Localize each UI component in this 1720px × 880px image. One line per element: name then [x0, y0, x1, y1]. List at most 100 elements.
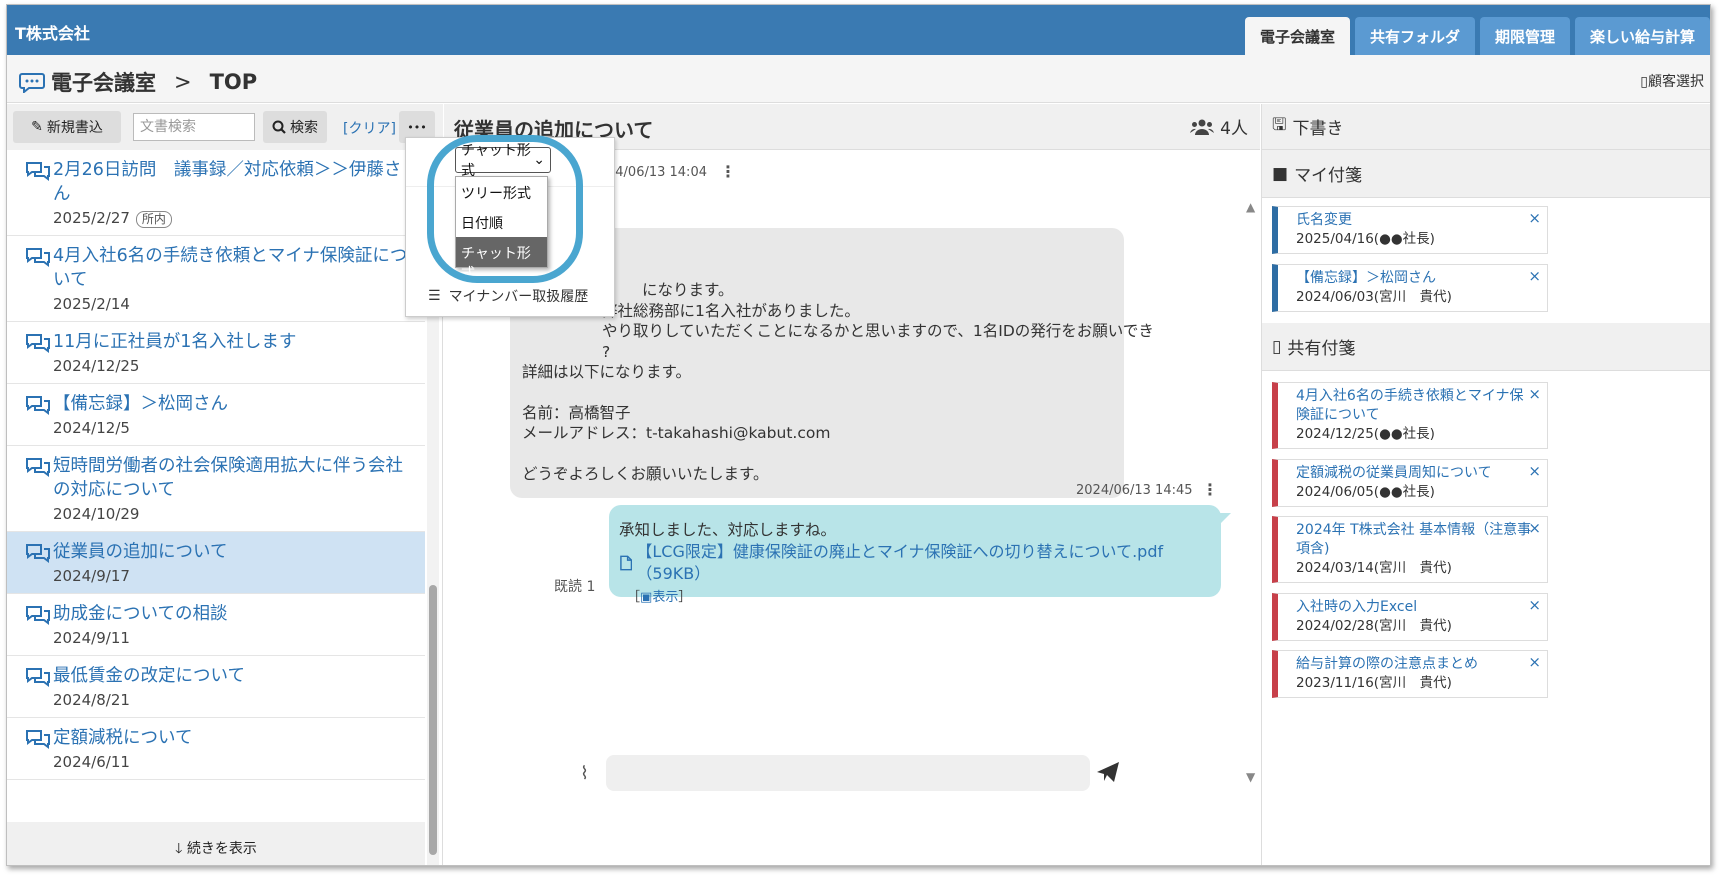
- comments-icon: [26, 248, 50, 267]
- thread-title: 定額減税について: [53, 728, 193, 748]
- thread-date: 2024/8/21: [53, 691, 130, 709]
- client-select-link[interactable]: ▯顧客選択: [1640, 71, 1704, 91]
- chat-bubble-icon: [19, 73, 45, 93]
- draft-header[interactable]: 🖫 下書き: [1262, 104, 1710, 150]
- breadcrumb-bar: 電子会議室 > TOP ▯顧客選択: [7, 55, 1710, 103]
- file-icon: [620, 555, 633, 571]
- comments-icon: [26, 544, 50, 563]
- breadcrumb-page: TOP: [209, 70, 258, 94]
- search-input[interactable]: [133, 113, 255, 141]
- message-time: 24/06/13 14:04: [607, 165, 707, 180]
- pencil-icon: ✎: [31, 119, 43, 135]
- note-title: 氏名変更: [1296, 212, 1352, 228]
- breadcrumb: 電子会議室 > TOP: [19, 67, 257, 97]
- close-icon[interactable]: ×: [1528, 209, 1541, 227]
- thread-item[interactable]: 最低賃金の改定について 2024/8/21: [7, 656, 425, 718]
- note-meta: 2024/12/25(●●社長): [1296, 426, 1435, 442]
- shared-note[interactable]: 給与計算の際の注意点まとめ 2023/11/16(宮川 貴代) ×: [1272, 650, 1548, 698]
- comments-icon: [26, 162, 50, 181]
- top-bar: T株式会社 電子会議室 共有フォルダ 期限管理 楽しい給与計算: [7, 5, 1710, 55]
- thread-title: 11月に正社員が1名入社します: [53, 332, 297, 352]
- close-icon[interactable]: ×: [1528, 653, 1541, 671]
- thread-date: 2025/2/14: [53, 295, 130, 313]
- comments-icon: [26, 396, 50, 415]
- thread-item[interactable]: 【備忘録】＞松岡さん 2024/12/5: [7, 384, 425, 446]
- thread-list: 2月26日訪問 議事録／対応依頼＞＞伊藤さん 2025/2/27 所内 4月入社6…: [7, 150, 425, 822]
- thread-date: 2024/9/17: [53, 567, 130, 585]
- note-meta: 2024/06/05(●●社長): [1296, 484, 1435, 500]
- note-title: 定額減税の従業員周知について: [1296, 465, 1492, 481]
- thread-item[interactable]: 短時間労働者の社会保険適用拡大に伴う会社の対応について 2024/10/29: [7, 446, 425, 532]
- tab-payroll[interactable]: 楽しい給与計算: [1574, 17, 1710, 55]
- load-more-button[interactable]: 🡓 続きを表示: [7, 822, 425, 865]
- shared-note[interactable]: 定額減税の従業員周知について 2024/06/05(●●社長) ×: [1272, 459, 1548, 507]
- thread-title: 最低賃金の改定について: [53, 666, 245, 686]
- members-button[interactable]: 4人: [1190, 114, 1248, 139]
- note-title: 4月入社6名の手続き依頼とマイナ保険証について: [1296, 388, 1524, 423]
- breadcrumb-separator: >: [174, 70, 192, 94]
- save-icon: 🖫: [1272, 115, 1287, 135]
- comments-icon: [26, 334, 50, 353]
- my-number-history-link[interactable]: ☰ マイナンバー取扱履歴: [428, 286, 588, 306]
- close-icon[interactable]: ×: [1528, 596, 1541, 614]
- search-icon: [272, 120, 286, 134]
- thread-title: 従業員の追加について: [53, 542, 228, 562]
- my-notes-header: ■ マイ付箋: [1262, 150, 1710, 198]
- message-menu-icon[interactable]: ⋮: [720, 162, 736, 181]
- close-icon[interactable]: ×: [1528, 267, 1541, 285]
- thread-item[interactable]: 11月に正社員が1名入社します 2024/12/25: [7, 322, 425, 384]
- shared-note[interactable]: 入社時の入力Excel 2024/02/28(宮川 貴代) ×: [1272, 593, 1548, 641]
- new-post-button[interactable]: ✎ 新規書込: [13, 111, 121, 143]
- tab-conference[interactable]: 電子会議室: [1244, 17, 1350, 55]
- main-tabs: 電子会議室 共有フォルダ 期限管理 楽しい給与計算: [1240, 17, 1710, 55]
- message-menu-icon[interactable]: ⋮: [1202, 480, 1218, 499]
- bookmark-outline-icon: ▯: [1272, 336, 1282, 357]
- search-button[interactable]: 検索: [263, 111, 327, 143]
- thread-date: 2024/12/5: [53, 419, 130, 437]
- note-title: 2024年 T株式会社 基本情報（注意事項含): [1296, 522, 1532, 557]
- left-toolbar: ✎新規書込 検索 [クリア] •••: [7, 104, 443, 150]
- shared-note[interactable]: 2024年 T株式会社 基本情報（注意事項含) 2024/03/14(宮川 貴代…: [1272, 516, 1548, 583]
- note-title: 給与計算の際の注意点まとめ: [1296, 656, 1478, 672]
- scroll-up-icon[interactable]: ▲: [1246, 200, 1255, 214]
- thread-title: 2月26日訪問 議事録／対応依頼＞＞伊藤さん: [53, 160, 402, 204]
- note-meta: 2024/02/28(宮川 貴代): [1296, 618, 1452, 634]
- note-meta: 2023/11/16(宮川 貴代): [1296, 675, 1452, 691]
- thread-list-panel: ✎新規書込 検索 [クリア] ••• 2月26日訪問 議事録／対応依頼＞＞伊藤さ…: [7, 104, 443, 865]
- my-note[interactable]: 【備忘録】＞松岡さん 2024/06/03(宮川 貴代) ×: [1272, 264, 1548, 312]
- internal-badge: 所内: [135, 211, 172, 228]
- close-icon[interactable]: ×: [1528, 462, 1541, 480]
- thread-item[interactable]: 2月26日訪問 議事録／対応依頼＞＞伊藤さん 2025/2/27 所内: [7, 150, 425, 236]
- shared-note[interactable]: 4月入社6名の手続き依頼とマイナ保険証について 2024/12/25(●●社長)…: [1272, 382, 1548, 449]
- thread-item-selected[interactable]: 従業員の追加について 2024/9/17: [7, 532, 425, 594]
- list-icon: ☰: [428, 288, 441, 304]
- comments-icon: [26, 606, 50, 625]
- send-icon[interactable]: [1096, 761, 1120, 783]
- highlight-ring: [427, 135, 583, 283]
- tab-deadline[interactable]: 期限管理: [1479, 17, 1570, 55]
- chat-scrollbar[interactable]: ▲ ▼: [1244, 196, 1260, 808]
- thread-item[interactable]: 4月入社6名の手続き依頼とマイナ保険証について 2025/2/14: [7, 236, 425, 322]
- comments-icon: [26, 668, 50, 687]
- image-icon: ▣: [640, 590, 653, 605]
- thread-date: 2025/2/27: [53, 209, 130, 227]
- comments-icon: [26, 730, 50, 749]
- read-count: 既読 1: [554, 579, 596, 595]
- tab-shared-folder[interactable]: 共有フォルダ: [1354, 17, 1475, 55]
- close-icon[interactable]: ×: [1528, 519, 1541, 537]
- note-title: 【備忘録】＞松岡さん: [1296, 270, 1436, 286]
- breadcrumb-section[interactable]: 電子会議室: [51, 67, 156, 97]
- company-name: T株式会社: [15, 24, 90, 43]
- scrollbar-thumb[interactable]: [429, 585, 437, 855]
- image-view-link[interactable]: ▣表示: [640, 590, 678, 605]
- paperclip-icon[interactable]: ⌇: [580, 763, 589, 784]
- close-icon[interactable]: ×: [1528, 385, 1541, 403]
- attachment-link[interactable]: 【LCG限定】健康保険証の廃止とマイナ保険証への切り替えについて.pdf（59K…: [619, 541, 1211, 585]
- bookmark-icon: ■: [1272, 163, 1289, 184]
- clear-link[interactable]: [クリア]: [343, 118, 396, 138]
- my-note[interactable]: 氏名変更 2025/04/16(●●社長) ×: [1272, 206, 1548, 254]
- thread-item[interactable]: 定額減税について 2024/6/11: [7, 718, 425, 780]
- thread-item[interactable]: 助成金についての相談 2024/9/11: [7, 594, 425, 656]
- thread-date: 2024/10/29: [53, 505, 140, 523]
- message-input[interactable]: [606, 755, 1090, 791]
